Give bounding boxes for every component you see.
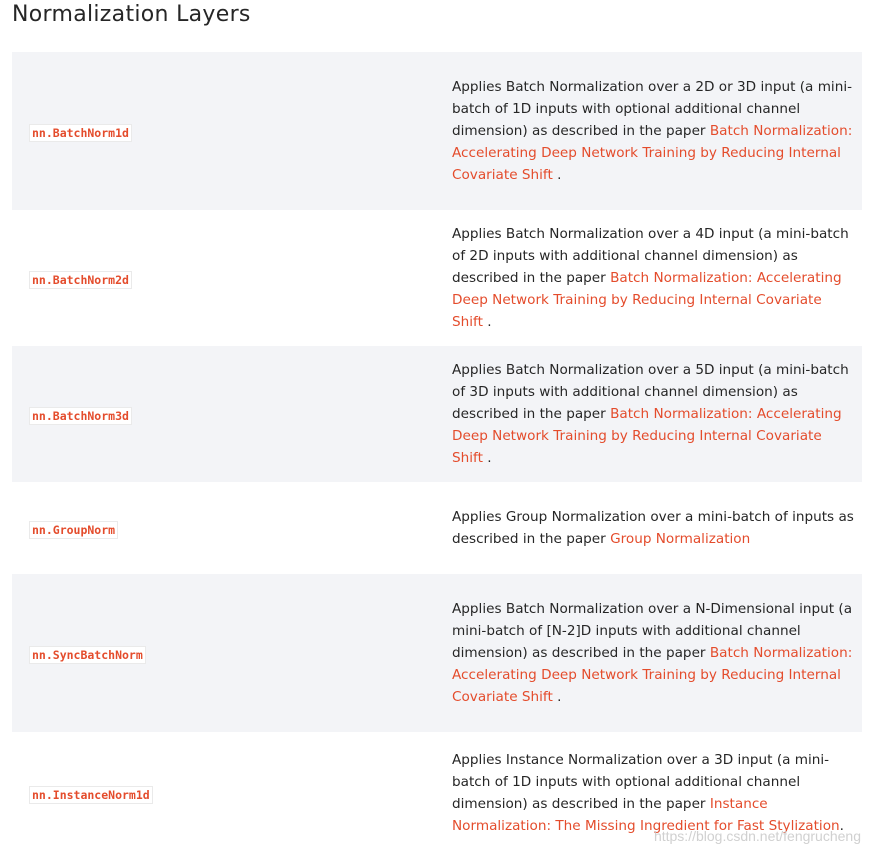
layer-description: Applies Batch Normalization over a 5D in… bbox=[452, 362, 849, 466]
layer-description: Applies Batch Normalization over a 4D in… bbox=[452, 226, 849, 330]
layer-name: nn.BatchNorm3d bbox=[29, 406, 132, 425]
layer-link-syncbatchnorm[interactable]: nn.SyncBatchNorm bbox=[29, 644, 146, 664]
table-row: nn.BatchNorm3d Applies Batch Normalizati… bbox=[12, 346, 862, 482]
layer-link-groupnorm[interactable]: nn.GroupNorm bbox=[29, 519, 119, 539]
layer-description: Applies Group Normalization over a mini-… bbox=[452, 509, 854, 547]
layer-name: nn.BatchNorm2d bbox=[29, 270, 132, 289]
layer-link-instancenorm1d[interactable]: nn.InstanceNorm1d bbox=[29, 784, 153, 804]
table-row: nn.BatchNorm2d Applies Batch Normalizati… bbox=[12, 210, 862, 346]
normalization-layers-table: nn.BatchNorm1d Applies Batch Normalizati… bbox=[12, 52, 862, 854]
layer-name: nn.InstanceNorm1d bbox=[29, 785, 153, 804]
layer-description: Applies Batch Normalization over a 2D or… bbox=[452, 79, 853, 183]
layer-name: nn.SyncBatchNorm bbox=[29, 645, 146, 664]
layer-name: nn.GroupNorm bbox=[29, 520, 119, 539]
layer-link-batchnorm3d[interactable]: nn.BatchNorm3d bbox=[29, 405, 132, 425]
table-row: nn.SyncBatchNorm Applies Batch Normaliza… bbox=[12, 574, 862, 732]
layer-link-batchnorm2d[interactable]: nn.BatchNorm2d bbox=[29, 269, 132, 289]
layer-name: nn.BatchNorm1d bbox=[29, 123, 132, 142]
layer-description: Applies Batch Normalization over a N-Dim… bbox=[452, 601, 853, 705]
layer-link-batchnorm1d[interactable]: nn.BatchNorm1d bbox=[29, 122, 132, 142]
layer-description: Applies Instance Normalization over a 3D… bbox=[452, 752, 844, 834]
table-row: nn.BatchNorm1d Applies Batch Normalizati… bbox=[12, 52, 862, 210]
watermark: https://blog.csdn.net/fengrucheng bbox=[653, 828, 861, 844]
table-row: nn.GroupNorm Applies Group Normalization… bbox=[12, 482, 862, 574]
paper-link[interactable]: Group Normalization bbox=[610, 531, 750, 547]
page-title: Normalization Layers bbox=[12, 2, 251, 27]
